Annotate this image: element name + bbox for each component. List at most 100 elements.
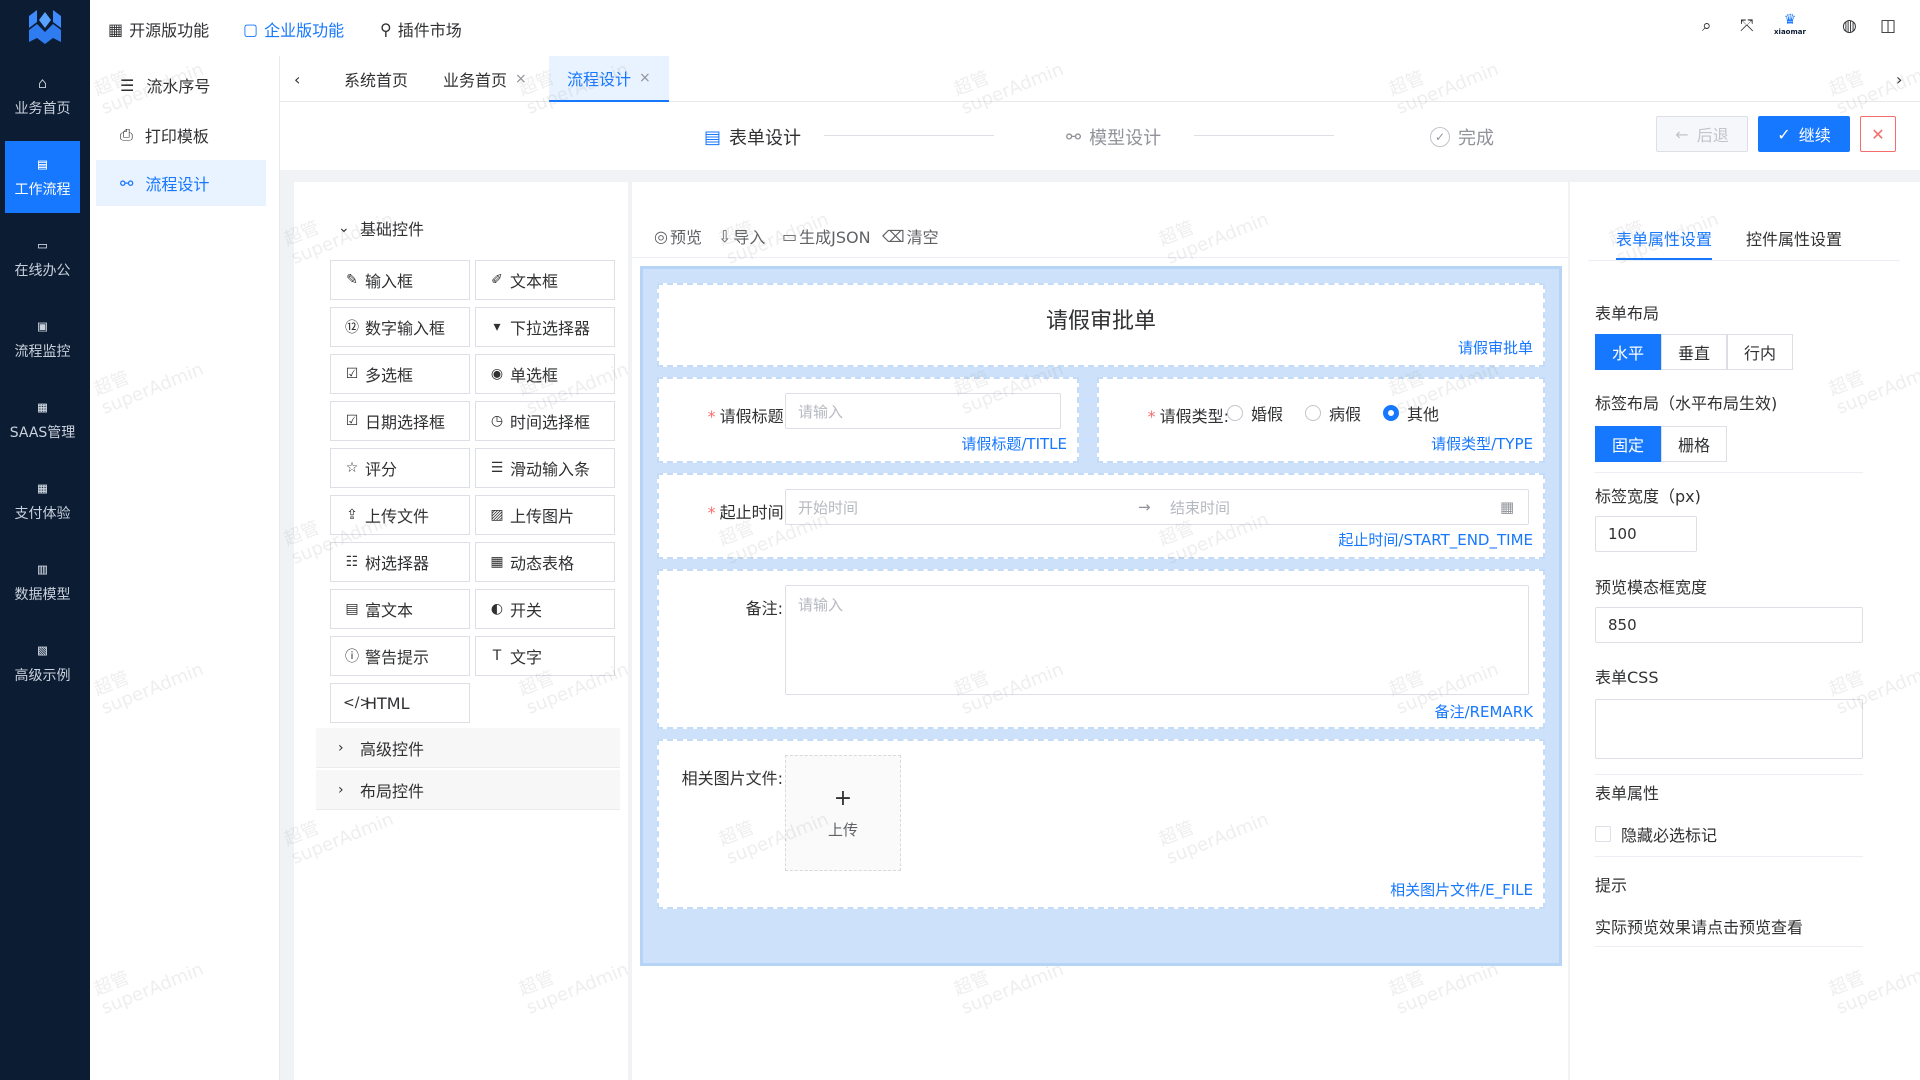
palette-item[interactable]: ◐ 开关 — [475, 589, 615, 629]
search-icon[interactable]: ⌕ — [1702, 16, 1712, 36]
close-button[interactable]: ✕ — [1860, 116, 1896, 152]
layout-horizontal-option[interactable]: 水平 — [1595, 334, 1661, 370]
label-width-input[interactable]: 100 — [1595, 516, 1697, 552]
sub-item-print-template[interactable]: ⎙ 打印模板 — [96, 112, 266, 158]
field-key: 请假类型/TYPE — [1431, 435, 1533, 453]
home-icon: ⌂ — [37, 74, 48, 92]
rail-item-office[interactable]: ▭ 在线办公 — [5, 222, 80, 294]
rail-item-payment[interactable]: ▦ 支付体验 — [5, 465, 80, 537]
tab-flow-design[interactable]: 流程设计 × — [549, 56, 669, 102]
field-leave-type[interactable]: * 请假类型: 婚假 病假 其他 请假类型/TYPE — [1097, 377, 1545, 463]
form-layout-label: 表单布局 — [1595, 304, 1660, 323]
leave-title-input[interactable]: 请输入 — [785, 393, 1061, 429]
import-button[interactable]: ⇩ 导入 — [718, 224, 765, 248]
palette-item[interactable]: ▨ 上传图片 — [475, 495, 615, 535]
palette-item[interactable]: </> HTML — [330, 683, 470, 723]
top-link-opensource[interactable]: ▦ 开源版功能 — [108, 17, 209, 41]
chevron-down-icon: ⌄ — [338, 220, 350, 236]
palette-item[interactable]: ◉ 单选框 — [475, 354, 615, 394]
rail-item-label: 流程监控 — [14, 344, 71, 360]
rail-item-examples[interactable]: ▧ 高级示例 — [5, 627, 80, 699]
palette-item[interactable]: ⓘ 警告提示 — [330, 636, 470, 676]
palette-item[interactable]: ⇪ 上传文件 — [330, 495, 470, 535]
palette-item[interactable]: ☑ 日期选择框 — [330, 401, 470, 441]
layout-vertical-option[interactable]: 垂直 — [1661, 334, 1727, 370]
sub-item-flow-design[interactable]: ⚯ 流程设计 — [96, 160, 266, 206]
eye-icon: ◎ — [654, 226, 668, 246]
field-files[interactable]: 相关图片文件: + 上传 相关图片文件/E_FILE — [657, 739, 1545, 909]
palette-item[interactable]: ☑ 多选框 — [330, 354, 470, 394]
date-range-picker[interactable]: 开始时间 → 结束时间 ▦ — [785, 489, 1529, 525]
palette-category-advanced[interactable]: › 高级控件 — [316, 728, 620, 768]
palette-item-label: 滑动输入条 — [510, 460, 591, 479]
palette-item[interactable]: ▦ 动态表格 — [475, 542, 615, 582]
globe-icon[interactable]: ◍ — [1842, 16, 1857, 36]
tabs-next-icon[interactable]: › — [1896, 56, 1902, 102]
palette-item[interactable]: ◷ 时间选择框 — [475, 401, 615, 441]
modal-width-input[interactable]: 850 — [1595, 607, 1863, 643]
upload-button[interactable]: + 上传 — [785, 755, 901, 871]
form-css-textarea[interactable] — [1595, 699, 1863, 759]
palette-item[interactable]: ⑫ 数字输入框 — [330, 307, 470, 347]
palette-item[interactable]: ☷ 树选择器 — [330, 542, 470, 582]
sub-item-serial-number[interactable]: ☰ 流水序号 — [96, 62, 266, 108]
layout-inline-option[interactable]: 行内 — [1727, 334, 1793, 370]
rail-item-data-model[interactable]: ▥ 数据模型 — [5, 546, 80, 618]
field-remark[interactable]: 备注: 请输入 备注/REMARK — [657, 569, 1545, 729]
close-icon[interactable]: × — [515, 71, 527, 87]
tab-form-properties[interactable]: 表单属性设置 — [1616, 226, 1712, 250]
remark-textarea[interactable]: 请输入 — [785, 585, 1529, 695]
clear-button[interactable]: ⌫ 清空 — [882, 224, 939, 248]
end-time-input[interactable]: 结束时间 — [1170, 497, 1500, 518]
palette-item[interactable]: ▤ 富文本 — [330, 589, 470, 629]
generate-json-button[interactable]: ▭ 生成JSON — [782, 224, 871, 248]
brand-logo[interactable]: ♛ xiaomar — [1772, 12, 1808, 44]
flow-icon: ⚯ — [120, 173, 134, 193]
steps-bar: ▤ 表单设计 ⚯ 模型设计 ✓ 完成 ← 后退 ✓ 继续 ✕ — [280, 102, 1920, 170]
label-layout-grid-option[interactable]: 栅格 — [1661, 426, 1727, 462]
palette-item-label: 数字输入框 — [365, 319, 446, 338]
step-form-design: ▤ 表单设计 — [704, 124, 801, 150]
hide-required-checkbox[interactable]: 隐藏必选标记 — [1595, 822, 1717, 846]
tab-control-properties[interactable]: 控件属性设置 — [1746, 226, 1842, 250]
close-icon[interactable]: × — [639, 70, 651, 86]
rail-item-home[interactable]: ⌂ 业务首页 — [5, 60, 80, 132]
palette-item[interactable]: ✐ 文本框 — [475, 260, 615, 300]
top-link-plugins[interactable]: ⚲ 插件市场 — [380, 17, 462, 41]
palette-category-layout[interactable]: › 布局控件 — [316, 770, 620, 810]
field-time-range[interactable]: * 起止时间: 开始时间 → 结束时间 ▦ 起止时间/START_END_TIME — [657, 473, 1545, 559]
rail-item-saas[interactable]: ▦ SAAS管理 — [5, 384, 80, 456]
continue-button[interactable]: ✓ 继续 — [1758, 116, 1850, 152]
field-leave-title[interactable]: * 请假标题: 请输入 请假标题/TITLE — [657, 377, 1079, 463]
palette-item[interactable]: ☆ 评分 — [330, 448, 470, 488]
top-link-enterprise[interactable]: ▢ 企业版功能 — [243, 17, 344, 41]
radio-option-selected[interactable]: 其他 — [1383, 401, 1439, 425]
controls-palette: ⌄ 基础控件 ✎ 输入框 ✐ 文本框 ⑫ 数字输入框 ▾ 下拉选择器 ☑ 多选框 ◉ 单选框 ☑ 日期选择… — [294, 182, 628, 1080]
palette-item[interactable]: ✎ 输入框 — [330, 260, 470, 300]
app-logo[interactable] — [0, 0, 90, 54]
preview-button[interactable]: ◎ 预览 — [654, 224, 702, 248]
radio-option[interactable]: 病假 — [1305, 401, 1361, 425]
form-title-card[interactable]: 请假审批单 请假审批单 — [657, 283, 1545, 367]
rail-item-workflow[interactable]: ▤ 工作流程 — [5, 141, 80, 213]
palette-item[interactable]: ☰ 滑动输入条 — [475, 448, 615, 488]
printer-icon: ⎙ — [120, 125, 133, 144]
rail-item-flow-monitor[interactable]: ▣ 流程监控 — [5, 303, 80, 375]
radio-option[interactable]: 婚假 — [1227, 401, 1283, 425]
palette-item-icon: ⓘ — [345, 649, 359, 665]
palette-item[interactable]: ▾ 下拉选择器 — [475, 307, 615, 347]
tab-business-home[interactable]: 业务首页 × — [443, 56, 527, 102]
palette-category-basic[interactable]: ⌄ 基础控件 — [316, 208, 620, 248]
label-layout-label: 标签布局（水平布局生效) — [1595, 394, 1778, 413]
palette-item-icon: T — [492, 648, 502, 664]
tab-system-home[interactable]: 系统首页 — [344, 56, 408, 102]
palette-item-label: 单选框 — [510, 366, 559, 385]
tabs-prev-icon[interactable]: ‹ — [294, 56, 300, 102]
fullscreen-icon[interactable]: ⤧ — [1740, 16, 1754, 36]
start-time-input[interactable]: 开始时间 — [798, 497, 1138, 518]
layout-icon[interactable]: ◫ — [1880, 16, 1896, 36]
palette-item[interactable]: T 文字 — [475, 636, 615, 676]
label-layout-fixed-option[interactable]: 固定 — [1595, 426, 1661, 462]
tab-label: 系统首页 — [344, 71, 409, 90]
back-button[interactable]: ← 后退 — [1656, 116, 1748, 152]
